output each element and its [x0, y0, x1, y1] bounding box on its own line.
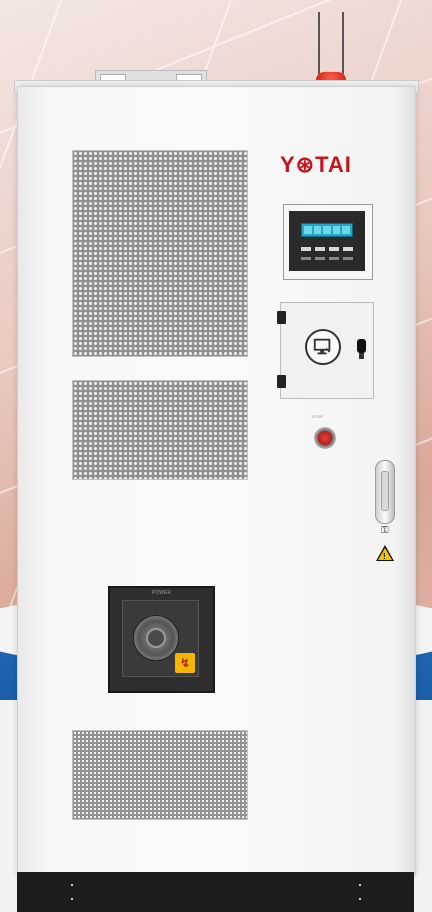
- display-keypad[interactable]: [301, 247, 353, 251]
- control-display-panel[interactable]: [283, 204, 373, 280]
- lock-knob-icon[interactable]: [357, 339, 366, 359]
- door-handle[interactable]: [375, 460, 395, 524]
- hinge: [277, 375, 286, 388]
- switch-label: POWER: [152, 590, 171, 596]
- middle-vent-grille: [72, 380, 248, 480]
- monitor-icon: [305, 329, 341, 365]
- antenna-icon: [318, 12, 320, 74]
- lower-vent-grille: [72, 730, 248, 820]
- hmi-access-door[interactable]: [277, 302, 374, 399]
- upper-vent-grille: [72, 150, 248, 357]
- estop-label: STOP: [312, 414, 323, 419]
- display-screen: [289, 211, 365, 271]
- brand-logo: Y⊛TAI: [280, 152, 352, 177]
- display-indicators: [301, 257, 353, 260]
- main-disconnect-switch[interactable]: POWER ↯: [108, 586, 215, 693]
- cabinet-base-plinth: [17, 872, 414, 912]
- emergency-stop-button[interactable]: [314, 427, 336, 449]
- antenna-icon: [342, 12, 344, 74]
- lcd-readout: [301, 223, 353, 237]
- switch-lock-tab[interactable]: ↯: [175, 653, 195, 673]
- warning-mark: !: [383, 552, 386, 561]
- rotary-switch-icon[interactable]: [133, 615, 179, 661]
- key-icon: ⚿: [381, 525, 389, 536]
- hinge: [277, 311, 286, 324]
- switch-housing: ↯: [122, 600, 199, 677]
